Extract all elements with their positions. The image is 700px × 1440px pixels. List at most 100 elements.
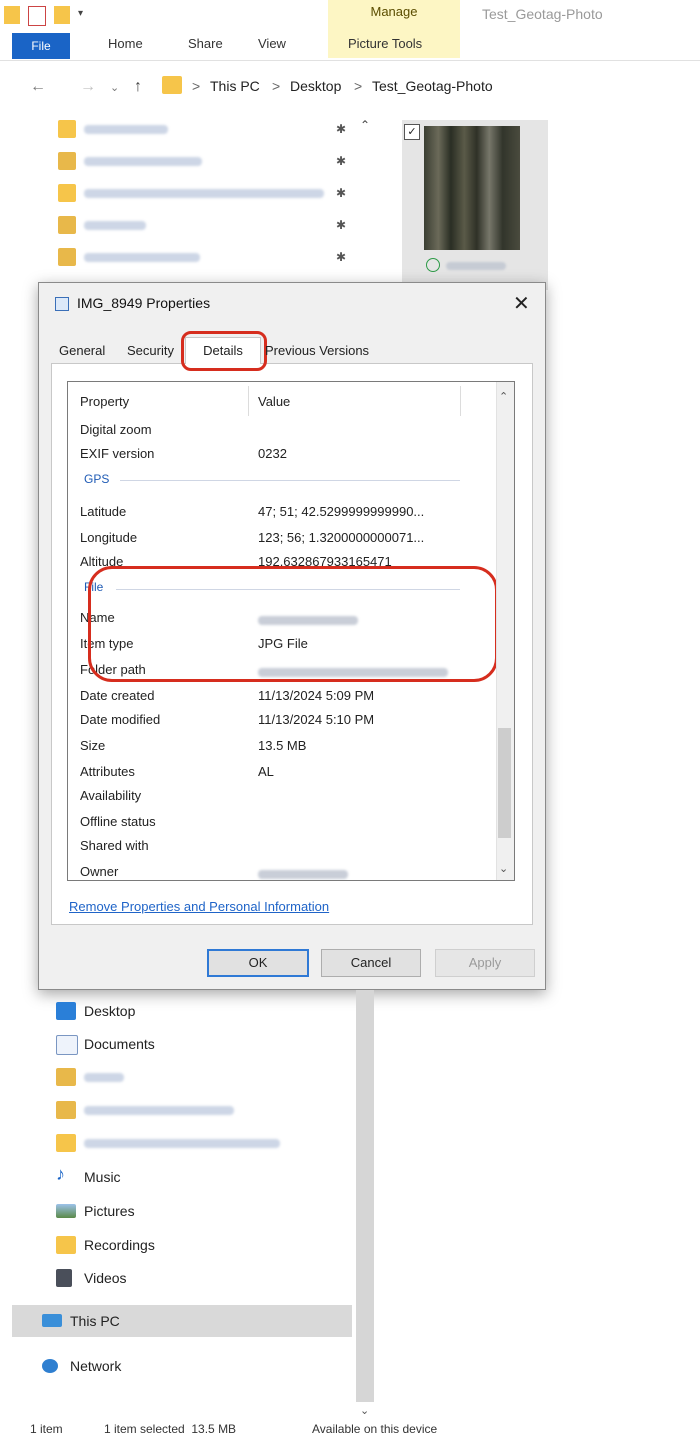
tab-share[interactable]: Share bbox=[188, 36, 223, 51]
property-row[interactable]: Shared with bbox=[80, 838, 460, 860]
property-row[interactable]: Owner bbox=[80, 864, 460, 880]
nav-item[interactable] bbox=[54, 1128, 354, 1158]
properties-icon[interactable] bbox=[28, 6, 46, 26]
pin-icon[interactable]: ✱ bbox=[336, 250, 346, 264]
folder-icon bbox=[58, 120, 76, 138]
blurred-value bbox=[258, 870, 348, 879]
nav-item[interactable] bbox=[56, 244, 356, 272]
nav-item-documents[interactable]: Documents bbox=[54, 1029, 354, 1059]
pin-icon[interactable]: ✱ bbox=[336, 154, 346, 168]
tab-view[interactable]: View bbox=[258, 36, 286, 51]
image-folder-icon bbox=[58, 248, 76, 266]
cancel-button[interactable]: Cancel bbox=[321, 949, 421, 977]
folder-icon bbox=[56, 1134, 76, 1152]
property-row[interactable]: Date created 11/13/2024 5:09 PM bbox=[80, 688, 460, 710]
tab-picture-tools[interactable]: Picture Tools bbox=[348, 36, 422, 51]
pin-icon[interactable]: ✱ bbox=[336, 186, 346, 200]
tab-previous-versions[interactable]: Previous Versions bbox=[265, 343, 369, 358]
folder-icon bbox=[162, 76, 182, 94]
nav-item[interactable] bbox=[56, 148, 356, 176]
recent-chevron-icon[interactable]: ⌄ bbox=[110, 81, 119, 94]
gps-highlight bbox=[88, 566, 498, 682]
breadcrumb-desktop[interactable]: Desktop bbox=[290, 78, 341, 94]
property-row[interactable]: Offline status bbox=[80, 814, 460, 836]
property-row[interactable]: EXIF version 0232 bbox=[80, 446, 460, 468]
videos-icon bbox=[56, 1269, 72, 1287]
forward-icon[interactable]: → bbox=[80, 78, 96, 96]
property-name: Date created bbox=[80, 688, 155, 703]
nav-item[interactable] bbox=[56, 180, 356, 208]
scroll-up-icon[interactable]: ⌃ bbox=[499, 390, 508, 403]
nav-scroll-down-icon[interactable]: ⌄ bbox=[360, 1404, 369, 1417]
column-header-property[interactable]: Property bbox=[80, 394, 129, 409]
property-row-longitude[interactable]: Longitude 123; 56; 1.3200000000071... bbox=[80, 530, 460, 552]
folder-icon bbox=[4, 6, 20, 24]
nav-item-videos[interactable]: Videos bbox=[54, 1263, 354, 1293]
image-folder-icon bbox=[58, 152, 76, 170]
computer-icon bbox=[42, 1314, 62, 1327]
file-tab[interactable]: File bbox=[12, 33, 70, 59]
up-arrow-icon[interactable]: ↑ bbox=[134, 78, 142, 96]
manage-label: Manage bbox=[370, 4, 418, 19]
property-row-latitude[interactable]: Latitude 47; 51; 42.5299999999990... bbox=[80, 504, 460, 526]
window-title: Test_Geotag-Photo bbox=[482, 6, 603, 22]
tab-security[interactable]: Security bbox=[127, 343, 174, 358]
property-row[interactable]: Date modified 11/13/2024 5:10 PM bbox=[80, 712, 460, 734]
nav-item-this-pc[interactable]: This PC bbox=[40, 1306, 340, 1336]
selection-checkbox[interactable]: ✓ bbox=[404, 124, 420, 140]
nav-scroll-up-icon[interactable]: ⌃ bbox=[360, 118, 370, 132]
property-name: Size bbox=[80, 738, 106, 753]
remove-properties-link[interactable]: Remove Properties and Personal Informati… bbox=[69, 899, 329, 914]
property-row[interactable]: Attributes AL bbox=[80, 764, 460, 786]
nav-scrollbar[interactable] bbox=[356, 990, 374, 1402]
blurred-label bbox=[84, 1073, 124, 1082]
blurred-label bbox=[84, 189, 324, 198]
property-row[interactable]: Availability bbox=[80, 788, 460, 810]
documents-icon bbox=[56, 1035, 78, 1055]
details-tab-highlight bbox=[181, 331, 267, 371]
breadcrumb-separator: > bbox=[192, 78, 201, 94]
nav-item-desktop[interactable]: Desktop bbox=[54, 996, 354, 1026]
customize-qat-icon[interactable]: ▾ bbox=[78, 8, 94, 26]
property-row[interactable]: Digital zoom bbox=[80, 422, 460, 444]
close-button[interactable]: ✕ bbox=[513, 291, 530, 316]
nav-item[interactable] bbox=[56, 212, 356, 240]
property-name: Owner bbox=[80, 864, 119, 879]
nav-item-network[interactable]: Network bbox=[40, 1351, 340, 1381]
pin-icon[interactable]: ✱ bbox=[336, 122, 346, 136]
ribbon-divider bbox=[0, 60, 700, 61]
breadcrumb-this-pc[interactable]: This PC bbox=[210, 78, 260, 94]
back-icon[interactable]: ← bbox=[30, 78, 46, 96]
property-name: Date modified bbox=[80, 712, 161, 727]
breadcrumb-separator: > bbox=[272, 78, 281, 94]
nav-item-music[interactable]: ♪ Music bbox=[54, 1162, 354, 1192]
scrollbar-thumb[interactable] bbox=[498, 728, 511, 838]
nav-item-recordings[interactable]: Recordings bbox=[54, 1230, 354, 1260]
property-value: 47; 51; 42.5299999999990... bbox=[258, 504, 425, 519]
nav-label: Music bbox=[84, 1169, 121, 1185]
nav-label: This PC bbox=[70, 1313, 120, 1329]
scroll-down-icon[interactable]: ⌄ bbox=[499, 862, 508, 875]
photo-thumbnail[interactable] bbox=[424, 126, 520, 250]
new-folder-icon[interactable] bbox=[54, 6, 70, 24]
pin-icon[interactable]: ✱ bbox=[336, 218, 346, 232]
column-divider bbox=[248, 386, 249, 416]
property-list[interactable]: Property Value Digital zoom EXIF version… bbox=[67, 381, 515, 881]
apply-button[interactable]: Apply bbox=[435, 949, 535, 977]
column-header-value[interactable]: Value bbox=[258, 394, 290, 409]
tab-home[interactable]: Home bbox=[108, 36, 143, 51]
property-name: Offline status bbox=[80, 814, 156, 829]
property-row[interactable]: Size 13.5 MB bbox=[80, 738, 460, 760]
nav-label: Desktop bbox=[84, 1003, 136, 1019]
folder-icon bbox=[58, 184, 76, 202]
nav-item-pictures[interactable]: Pictures bbox=[54, 1196, 354, 1226]
property-name: Latitude bbox=[80, 504, 127, 519]
tab-general[interactable]: General bbox=[59, 343, 105, 358]
nav-item[interactable] bbox=[56, 116, 356, 144]
group-header-gps: GPS bbox=[84, 472, 110, 486]
breadcrumb-current-folder[interactable]: Test_Geotag-Photo bbox=[372, 78, 493, 94]
nav-item[interactable] bbox=[54, 1062, 354, 1092]
nav-item[interactable] bbox=[54, 1095, 354, 1125]
group-divider bbox=[120, 480, 460, 481]
ok-button[interactable]: OK bbox=[207, 949, 309, 977]
